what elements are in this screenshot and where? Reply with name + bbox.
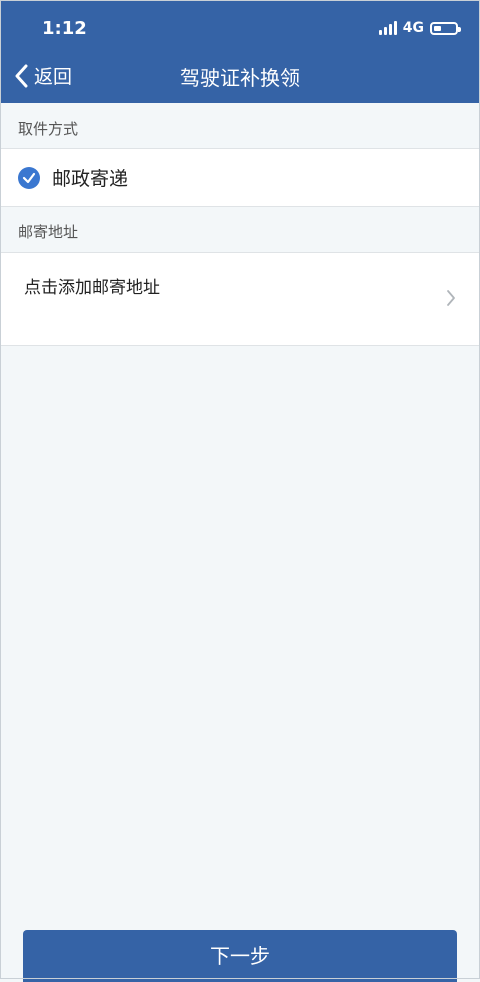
status-time: 1:12	[42, 18, 87, 39]
screen-frame	[0, 0, 480, 979]
status-indicators: 4G	[378, 20, 461, 36]
pickup-section-label: 取件方式	[18, 120, 79, 138]
address-section-label: 邮寄地址	[18, 223, 79, 241]
page-title: 驾驶证补换领	[180, 66, 300, 90]
add-address-label: 点击添加邮寄地址	[24, 278, 160, 298]
add-address-row[interactable]: 点击添加邮寄地址	[0, 252, 480, 346]
checkmark-icon	[18, 166, 40, 189]
pickup-option-postal[interactable]: 邮政寄递	[0, 148, 480, 207]
next-button[interactable]: 下一步	[23, 930, 457, 982]
app-header: 1:12 4G 返回 驾驶证补换领	[0, 0, 480, 103]
signal-icon	[378, 21, 397, 35]
pickup-option-label: 邮政寄递	[52, 168, 129, 190]
battery-level	[434, 25, 441, 31]
chevron-right-icon	[447, 290, 455, 306]
network-type: 4G	[402, 20, 424, 36]
battery-icon	[430, 21, 461, 35]
